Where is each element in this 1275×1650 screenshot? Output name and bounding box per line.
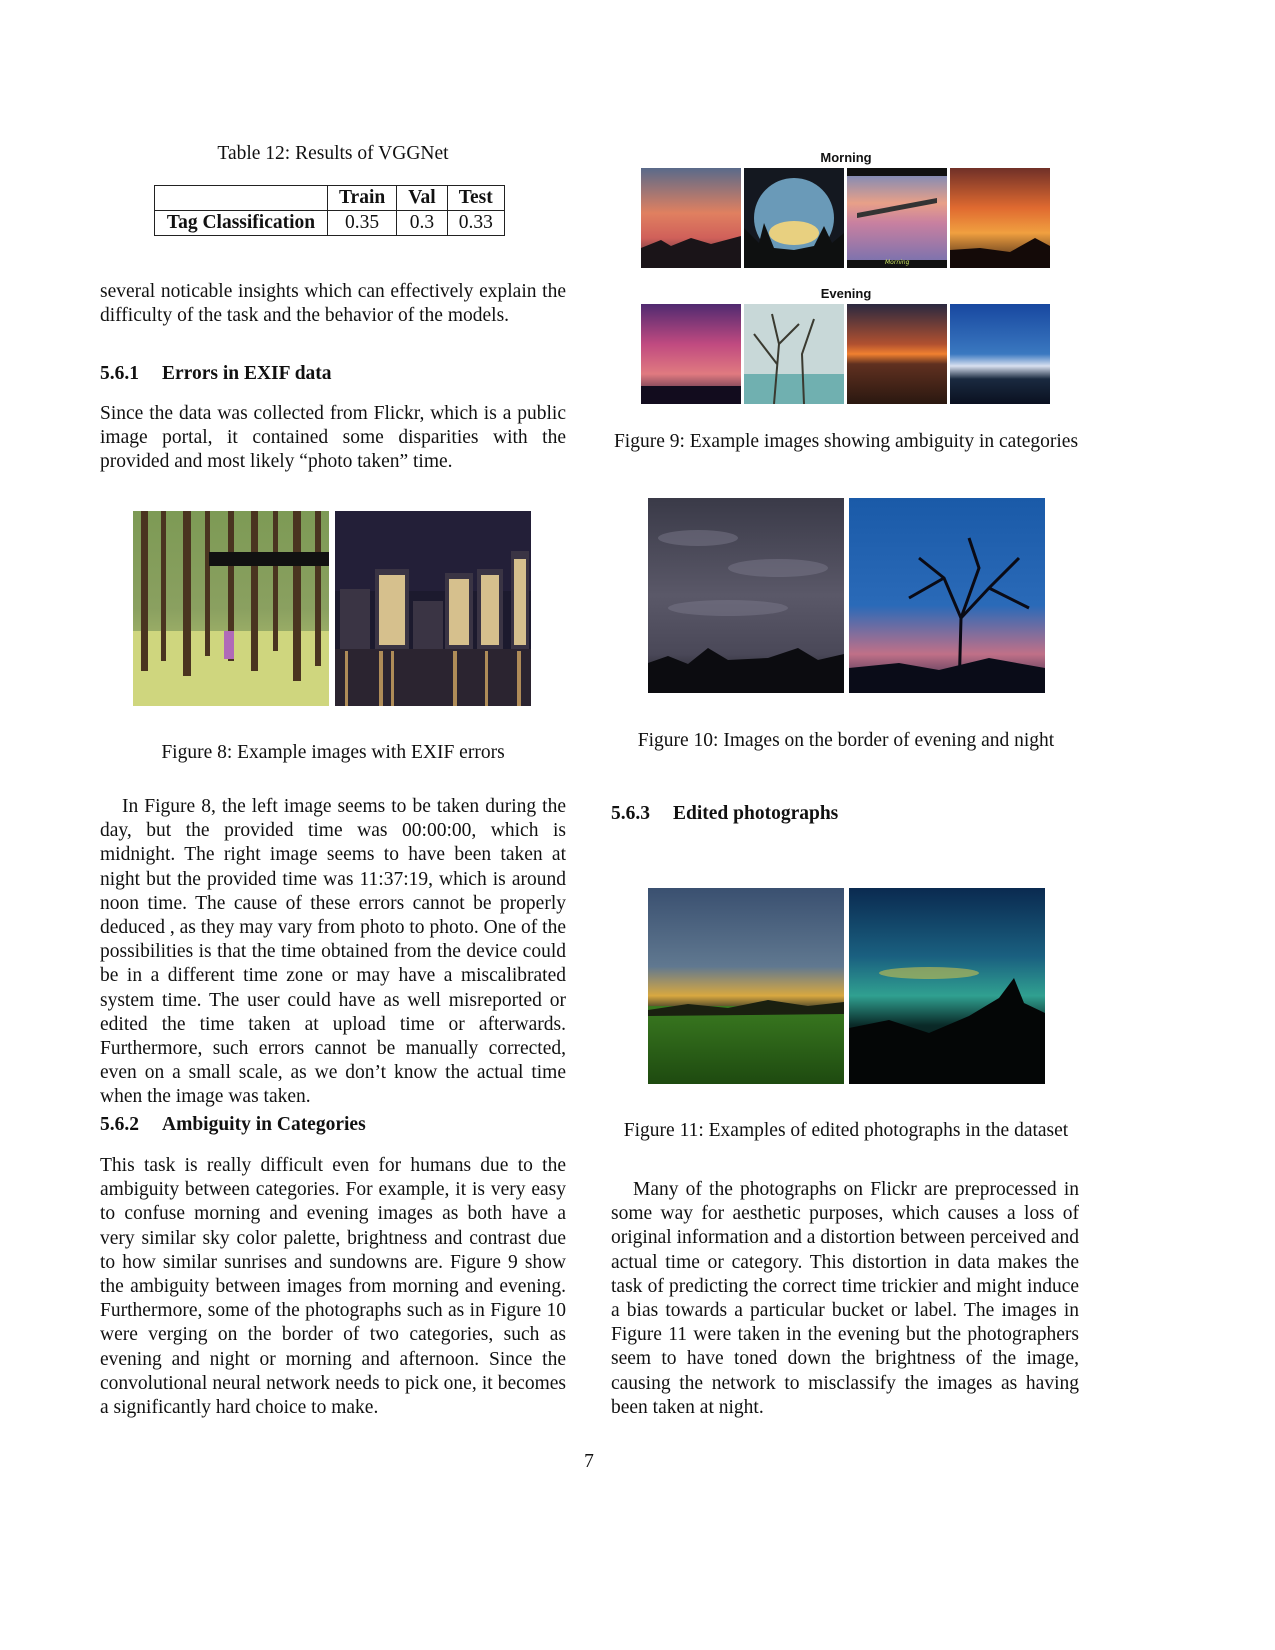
fig8-city-night-image [335,511,531,706]
fig9-evening-label: Evening [820,286,872,301]
fig8-caption: Figure 8: Example images with EXIF error… [161,742,505,763]
section-5-6-2-body: This task is really difficult even for h… [100,1155,566,1419]
fig9-morning-image-2 [744,168,844,268]
fig9-morning-image-1 [641,168,741,268]
section-5-6-3-heading: 5.6.3 Edited photographs [611,803,838,825]
table-cell-val: 0.3 [396,210,448,236]
table-header-val: Val [396,185,448,211]
section-5-6-1-heading: 5.6.1 Errors in EXIF data [100,363,332,385]
section-number: 5.6.2 [100,1114,139,1135]
fig9-evening-image-3 [847,304,947,404]
fig8-discussion-paragraph: In Figure 8, the left image seems to be … [100,796,566,1108]
fig11-caption: Figure 11: Examples of edited photograph… [623,1120,1069,1141]
fig8-forest-image [133,511,329,706]
fig10-caption: Figure 10: Images on the border of eveni… [637,730,1055,751]
table-header-test: Test [446,185,505,211]
section-title: Errors in EXIF data [162,363,332,384]
results-table: Train Val Test Tag Classification 0.35 0… [154,185,505,236]
table-cell-train: 0.35 [326,210,398,236]
table-row-label: Tag Classification [154,210,328,236]
intro-paragraph: several noticable insights which can eff… [100,281,566,327]
section-title: Edited photographs [673,803,839,824]
fig9-evening-image-1 [641,304,741,404]
fig9-caption: Figure 9: Example images showing ambigui… [613,431,1079,452]
fig11-teal-sky-image [849,888,1045,1084]
table-row: Tag Classification 0.35 0.3 0.33 [154,210,505,236]
section-5-6-1-body: Since the data was collected from Flickr… [100,403,566,473]
section-number: 5.6.3 [611,803,650,824]
table12-caption: Table 12: Results of VGGNet [217,143,449,164]
fig9-evening-image-4 [950,304,1050,404]
fig10-cloudy-dusk-image [648,498,844,693]
section-title: Ambiguity in Categories [162,1114,366,1135]
fig9-morning-label: Morning [820,150,872,165]
table-header-empty [154,185,328,211]
fig10-tree-silhouette-image [849,498,1045,693]
fig9-inner-morning-tag: Morning [885,259,910,266]
table-cell-test: 0.33 [446,210,505,236]
fig11-field-sunset-image [648,888,844,1084]
page-number: 7 [584,1451,594,1472]
table-header-row: Train Val Test [154,185,505,211]
fig9-morning-image-3 [847,168,947,268]
section-5-6-2-heading: 5.6.2 Ambiguity in Categories [100,1114,366,1136]
table-header-train: Train [326,185,398,211]
edited-photos-paragraph: Many of the photographs on Flickr are pr… [611,1179,1079,1418]
fig9-evening-image-2 [744,304,844,404]
section-number: 5.6.1 [100,363,139,384]
fig9-morning-image-4 [950,168,1050,268]
